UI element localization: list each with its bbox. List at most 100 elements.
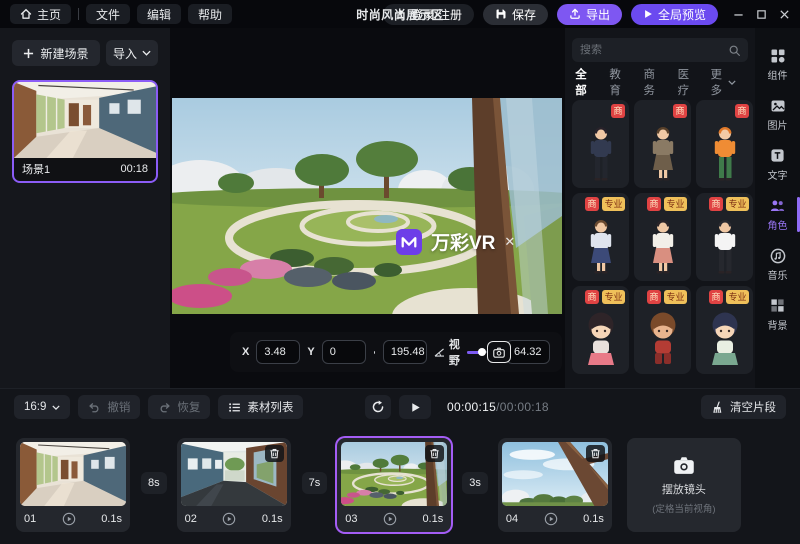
aspect-ratio-selector[interactable]: 16:9: [14, 395, 70, 419]
close-button[interactable]: [779, 9, 790, 20]
sidebar-item-图片[interactable]: 图片: [755, 94, 800, 135]
undo-icon: [88, 401, 101, 414]
scene-card[interactable]: 场景1 00:18: [12, 80, 158, 183]
character-card[interactable]: 商: [696, 100, 753, 188]
scene-duration: 00:18: [120, 163, 148, 175]
fov-slider-handle[interactable]: [478, 348, 486, 356]
project-title: 时尚风尚展示区: [356, 6, 444, 23]
timeline-play-button[interactable]: [399, 395, 431, 419]
delete-clip-button[interactable]: [425, 445, 444, 462]
scenes-panel: 新建场景 导入 场景1 00:18: [0, 28, 170, 388]
pro-badge: 专业: [602, 197, 625, 211]
sidebar-item-组件[interactable]: 组件: [755, 44, 800, 85]
tab-商务[interactable]: 商务: [640, 66, 658, 98]
clip-meta: 03 0.1s: [341, 506, 447, 530]
rotation-field[interactable]: 195.48: [383, 340, 427, 364]
chevron-down-icon: [728, 80, 736, 85]
clip-04[interactable]: 04 0.1s: [498, 438, 612, 532]
gap-duration-badge[interactable]: 7s: [302, 472, 328, 494]
loop-button[interactable]: [365, 395, 391, 419]
commercial-badge: 商: [585, 197, 599, 211]
tab-医疗[interactable]: 医疗: [674, 66, 692, 98]
sidebar-item-文字[interactable]: 文字: [755, 144, 800, 185]
delete-clip-button[interactable]: [586, 445, 605, 462]
character-card[interactable]: 商: [634, 100, 691, 188]
place-camera-card[interactable]: 摆放镜头 (定格当前视角): [627, 438, 741, 532]
clip-02[interactable]: 02 0.1s: [177, 438, 291, 532]
character-figure: [703, 312, 747, 368]
clip-01[interactable]: 01 0.1s: [16, 438, 130, 532]
character-card[interactable]: 商专业: [696, 286, 753, 374]
clear-clips-button[interactable]: 清空片段: [701, 395, 786, 419]
commercial-badge: 商: [709, 197, 723, 211]
tab-全部[interactable]: 全部: [572, 66, 590, 98]
delete-clip-button[interactable]: [265, 445, 284, 462]
gap-duration-badge[interactable]: 8s: [141, 472, 167, 494]
fov-slider[interactable]: [467, 340, 499, 364]
redo-button[interactable]: 恢复: [148, 395, 210, 419]
loop-icon: [371, 400, 385, 414]
timeline-section: 16:9 撤销 恢复: [0, 388, 800, 544]
camera-capture-button[interactable]: [487, 341, 511, 363]
character-card[interactable]: 商专业: [696, 193, 753, 281]
save-button[interactable]: 保存: [483, 4, 548, 25]
character-figure: [581, 124, 621, 182]
x-field[interactable]: 3.48: [256, 340, 300, 364]
character-card[interactable]: 商专业: [634, 286, 691, 374]
search-icon: [728, 44, 741, 57]
character-card[interactable]: 商专业: [634, 193, 691, 281]
clip-play-icon[interactable]: [62, 512, 76, 526]
import-button[interactable]: 导入: [106, 40, 158, 66]
character-card[interactable]: 商专业: [572, 193, 629, 281]
watermark-text: 万彩VR: [431, 228, 495, 255]
sidebar-item-背景[interactable]: 背景: [755, 294, 800, 335]
clip-duration: 0.1s: [101, 513, 122, 525]
fov-value-field[interactable]: 64.32: [506, 340, 550, 364]
camera-icon: [673, 456, 695, 475]
clip-duration: 0.1s: [262, 513, 283, 525]
global-preview-button[interactable]: 全局预览: [631, 4, 718, 25]
scene-thumbnail: [14, 82, 156, 158]
clip-play-icon[interactable]: [383, 512, 397, 526]
tab-教育[interactable]: 教育: [606, 66, 624, 98]
minimize-button[interactable]: [733, 9, 744, 20]
preview-image[interactable]: [172, 98, 562, 314]
new-scene-button[interactable]: 新建场景: [12, 40, 100, 66]
search-input[interactable]: [580, 44, 722, 56]
character-figure: [579, 312, 623, 368]
play-icon: [643, 9, 653, 19]
badge-row: 商专业: [647, 197, 687, 211]
maximize-button[interactable]: [756, 9, 767, 20]
save-icon: [495, 8, 507, 20]
text-icon: [769, 147, 786, 164]
window-controls: [733, 9, 790, 20]
edit-menu-button[interactable]: 编辑: [137, 4, 181, 24]
clip-play-icon[interactable]: [544, 512, 558, 526]
chevron-down-icon: [142, 50, 151, 56]
file-menu-button[interactable]: 文件: [86, 4, 130, 24]
undo-button[interactable]: 撤销: [78, 395, 140, 419]
character-card[interactable]: 商专业: [572, 286, 629, 374]
search-box[interactable]: [572, 38, 748, 62]
gap-duration-badge[interactable]: 3s: [462, 472, 488, 494]
help-menu-button[interactable]: 帮助: [188, 4, 232, 24]
pro-badge: 专业: [602, 290, 625, 304]
export-button[interactable]: 导出: [557, 4, 622, 25]
menu-divider: [78, 8, 79, 20]
clip-play-icon[interactable]: [222, 512, 236, 526]
character-card[interactable]: 商: [572, 100, 629, 188]
angle-icon: [434, 348, 445, 357]
clip-03[interactable]: 03 0.1s: [337, 438, 451, 532]
degree-dot-icon: [374, 351, 375, 354]
sidebar-item-角色[interactable]: 角色: [755, 194, 800, 235]
home-button[interactable]: 主页: [10, 4, 71, 24]
material-list-button[interactable]: 素材列表: [218, 395, 303, 419]
watermark-close-icon[interactable]: ✕: [504, 235, 515, 248]
category-tabs: 全部教育商务医疗更多: [572, 72, 752, 92]
y-field[interactable]: 0: [322, 340, 366, 364]
timeline-toolbar: 16:9 撤销 恢复: [0, 389, 800, 425]
trash-icon: [269, 448, 280, 459]
badge-row: 商专业: [647, 290, 687, 304]
tab-更多[interactable]: 更多: [708, 66, 736, 98]
sidebar-item-音乐[interactable]: 音乐: [755, 244, 800, 285]
